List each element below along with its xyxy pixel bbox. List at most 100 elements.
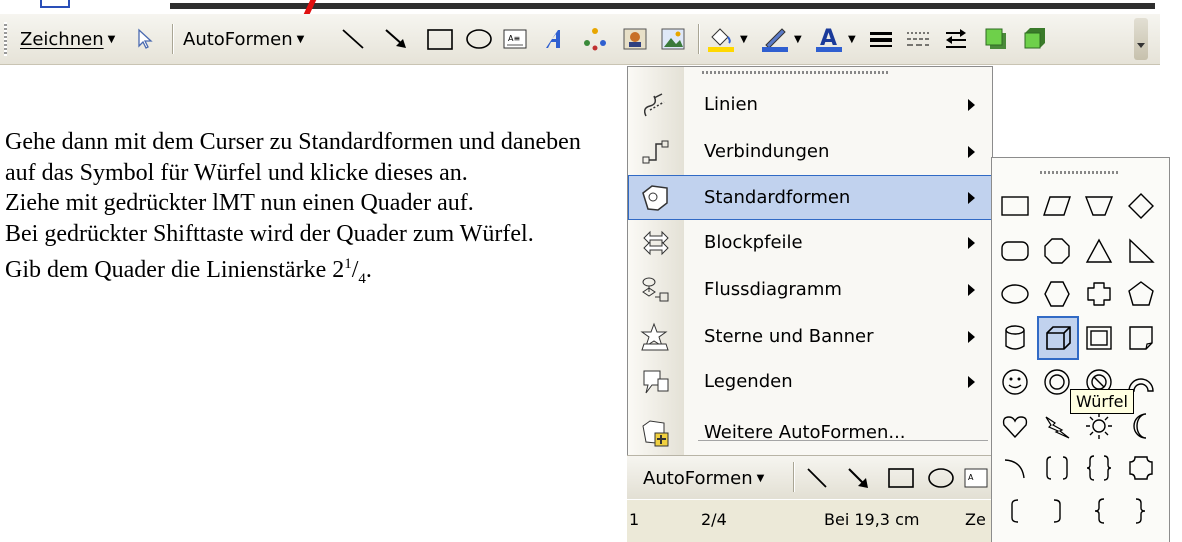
menu-item-lines[interactable]: Linien (628, 82, 992, 127)
arrow-style-button[interactable] (943, 26, 969, 52)
shape-rectangle[interactable] (995, 186, 1035, 226)
diagram-tool-button[interactable] (582, 26, 608, 52)
shape-can[interactable] (995, 318, 1035, 358)
shape-folded-corner[interactable] (1121, 318, 1161, 358)
shape-triangle[interactable] (1079, 231, 1119, 271)
ellipse-tool-button[interactable] (465, 26, 493, 52)
menu-item-connectors[interactable]: Verbindungen (628, 129, 992, 174)
menu-drag-handle[interactable] (702, 71, 888, 74)
ellipse-icon (928, 468, 954, 488)
textbox-tool-button[interactable]: A≡ (502, 26, 528, 52)
shape-parallelogram[interactable] (1037, 186, 1077, 226)
arrow-tool-button[interactable] (846, 465, 870, 491)
svg-text:A≡: A≡ (508, 34, 520, 43)
menu-item-more-autoshapes[interactable]: Weitere AutoFormen... (628, 410, 992, 455)
shape-cross[interactable] (1079, 274, 1119, 314)
select-objects-button[interactable] (137, 26, 155, 52)
toolbar-options-button[interactable] (1134, 18, 1148, 60)
line-tool-button[interactable] (340, 26, 366, 52)
menu-item-basic-shapes[interactable]: Standardformen (628, 175, 992, 220)
shape-octagon[interactable] (1037, 231, 1077, 271)
shape-hexagon[interactable] (1037, 274, 1077, 314)
menu-item-callouts[interactable]: Legenden (628, 359, 992, 404)
dash-style-button[interactable] (905, 26, 931, 52)
menu-item-stars-banners[interactable]: Sterne und Banner (628, 314, 992, 359)
shape-right-brace[interactable] (1121, 491, 1161, 531)
3d-style-button[interactable] (1022, 26, 1048, 52)
shape-double-brace[interactable] (1079, 448, 1119, 488)
callouts-icon (638, 365, 672, 399)
submenu-arrow-icon (968, 191, 975, 204)
font-color-button[interactable]: A ▼ (814, 26, 856, 52)
chevron-down-icon: ▼ (740, 33, 748, 45)
clipart-tool-button[interactable] (622, 26, 648, 52)
arrow-style-icon (946, 29, 966, 48)
draw-menu-button[interactable]: Zeichnen ▼ (20, 26, 115, 52)
ellipse-tool-button[interactable] (927, 465, 955, 491)
chevron-down-icon: ▼ (794, 33, 802, 45)
shape-heart[interactable] (995, 406, 1035, 446)
status-bar: 1 2/4 Bei 19,3 cm Ze (627, 499, 993, 542)
shape-double-bracket[interactable] (1037, 448, 1077, 488)
toolbar-grip[interactable] (4, 22, 7, 56)
paragraph-text: Gib dem Quader die Linienstärke 2 (5, 257, 345, 283)
fill-color-button[interactable]: ▼ (706, 26, 748, 52)
shape-smiley-face[interactable] (995, 362, 1035, 402)
picture-tool-button[interactable] (660, 26, 686, 52)
clipart-icon (623, 28, 647, 50)
palette-drag-handle[interactable] (1040, 171, 1120, 174)
chevron-down-icon: ▼ (848, 33, 856, 45)
status-position: Bei 19,3 cm (824, 510, 920, 529)
svg-text:A: A (968, 473, 974, 482)
toolbar-separator (172, 24, 173, 54)
arrow-tool-button[interactable] (383, 26, 409, 52)
menu-item-label: Sterne und Banner (704, 326, 874, 347)
shadow-style-button[interactable] (983, 26, 1009, 52)
menu-item-label: Verbindungen (704, 141, 830, 162)
diagram-icon (584, 28, 606, 51)
shape-rounded-rectangle[interactable] (995, 231, 1035, 271)
stars-banners-icon (638, 320, 672, 354)
shape-oval[interactable] (995, 274, 1035, 314)
fraction-numerator: 1 (344, 256, 352, 272)
autoshapes-menu-button[interactable]: AutoFormen ▼ (183, 26, 304, 52)
shape-right-triangle[interactable] (1121, 231, 1161, 271)
wordart-tool-button[interactable] (542, 26, 570, 52)
shape-plaque[interactable] (1121, 448, 1161, 488)
document-body: Gehe dann mit dem Curser zu Standardform… (5, 127, 655, 294)
menu-item-block-arrows[interactable]: Blockpfeile (628, 220, 992, 265)
shape-left-brace[interactable] (1079, 491, 1119, 531)
menu-item-label: Standardformen (704, 187, 851, 208)
fraction-denominator: 4 (358, 270, 366, 287)
fill-color-icon (708, 28, 734, 52)
shape-right-bracket[interactable] (1037, 491, 1077, 531)
autoshapes-menu-button[interactable]: AutoFormen ▼ (643, 465, 764, 491)
textbox-icon: A≡ (503, 29, 527, 49)
paragraph-linewidth: Gib dem Quader die Linienstärke 21/4. (5, 249, 655, 294)
shape-bevel[interactable] (1079, 318, 1119, 358)
rectangle-tool-button[interactable] (426, 26, 454, 52)
menu-item-flowchart[interactable]: Flussdiagramm (628, 267, 992, 312)
shape-arc[interactable] (995, 448, 1035, 488)
basic-shapes-palette (991, 157, 1170, 542)
line-style-button[interactable] (868, 26, 894, 52)
shape-cube[interactable] (1037, 316, 1079, 360)
shape-pentagon[interactable] (1121, 274, 1161, 314)
arrow-icon (385, 29, 406, 48)
line-color-button[interactable]: ▼ (760, 26, 802, 52)
autoshapes-label: AutoFormen (183, 28, 293, 50)
shape-trapezoid[interactable] (1079, 186, 1119, 226)
submenu-arrow-icon (968, 283, 975, 296)
textbox-tool-button[interactable]: A (963, 465, 989, 491)
menu-item-label: Flussdiagramm (704, 279, 842, 300)
line-tool-button[interactable] (805, 465, 829, 491)
rectangle-tool-button[interactable] (887, 465, 915, 491)
font-color-icon: A (816, 26, 842, 52)
shape-diamond[interactable] (1121, 186, 1161, 226)
submenu-arrow-icon (968, 145, 975, 158)
submenu-arrow-icon (968, 236, 975, 249)
shape-left-bracket[interactable] (995, 491, 1035, 531)
block-arrows-icon (638, 226, 672, 260)
title-strip (170, 3, 1155, 9)
chevron-down-icon: ▼ (756, 472, 765, 484)
